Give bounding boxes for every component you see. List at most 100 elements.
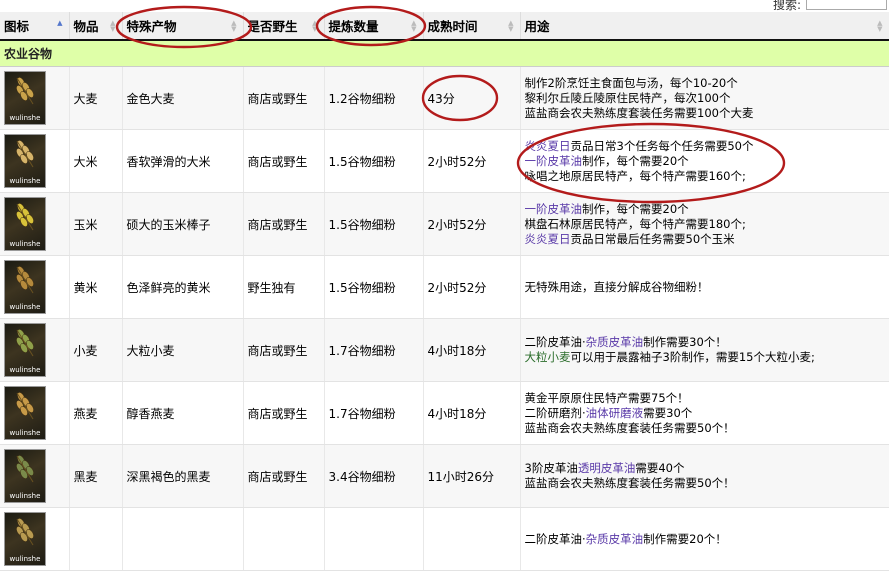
cell-usage: 炎炎夏日贡品日常3个任务每个任务需要50个 一阶皮革油制作，每个需要20个 咏唱之地… [520,129,889,193]
cell-wild: 商店或野生 [243,381,325,445]
usage-text: 无特殊用途，直接分解成谷物细粉！ [524,279,709,294]
usage-text: 3阶皮革油 [524,461,578,475]
col-header-item[interactable]: 物品 ▲ ▼ [69,12,123,41]
cell-item: 玉米 [69,192,123,256]
col-header-wild[interactable]: 是否野生 ▲ ▼ [243,12,325,41]
col-header-label: 提炼数量 [328,19,379,34]
cell-item: 燕麦 [69,381,123,445]
usage-line: 一阶皮革油制作，每个需要20个 [525,154,889,169]
usage-text: 制作需要30个！ [643,335,727,349]
sort-arrows-icon[interactable]: ▲▼ [508,20,513,33]
col-header-label: 特殊产物 [126,19,177,34]
usage-link[interactable]: 炎炎夏日 [525,139,571,153]
col-header-refine[interactable]: 提炼数量 ▲ ▼ [324,12,424,41]
cell-special: 色泽鲜亮的黄米 [122,255,244,319]
millet-icon: wulinshe [4,260,46,314]
usage-link[interactable]: 一阶皮革油 [525,154,583,168]
cell-usage: 二阶皮革油·杂质皮革油制作需要30个！ 大粒小麦可以用于晨露袖子3阶制作，需要15… [520,318,889,382]
usage-link[interactable]: 一阶皮革油 [525,202,583,216]
cell-time: 43分 [423,66,521,130]
usage-text: 制作，每个需要20个 [582,153,689,168]
cell-wild [243,507,325,571]
col-header-label: 用途 [524,19,550,34]
table-row: wulinshe 黑麦 深黑褐色的黑麦 商店或野生 3.4谷物细粉 11小时26分 3阶皮革… [0,444,889,508]
usage-text: 制作，每个需要20个 [582,201,689,216]
usage-line: 3阶皮革油透明皮革油需要40个 [525,461,889,476]
search-input[interactable] [806,0,887,10]
sort-arrows-icon[interactable]: ▲▼ [57,20,62,32]
usage-link[interactable]: 杂质皮革油 [586,335,644,349]
cell-usage: 二阶皮革油·杂质皮革油制作需要20个！ [520,507,889,571]
usage-line: 无特殊用途，直接分解成谷物细粉！ [525,280,889,295]
usage-line: 二阶皮革油·杂质皮革油制作需要30个！ [525,335,889,350]
usage-line: 蓝盐商会农夫熟练度套装任务需要50个！ [525,476,889,491]
crops-table: 图标 ▲▼ 物品 ▲▼ 特殊产物 ▲▼ 是否野生 ▲▼ 提炼数量 ▲▼ 成熟时间 ▲▼ 用途 ▲▼ 农业谷… [0,12,889,571]
usage-link[interactable]: 炎炎夏日 [525,232,571,246]
sort-arrows-icon[interactable]: ▲▼ [231,20,236,33]
section-row: 农业谷物 [0,40,889,67]
cell-time: 2小时52分 [423,129,521,193]
cell-usage: 一阶皮革油制作，每个需要20个 棋盘石林原居民特产，每个特产需要180个; 炎炎夏日… [520,192,889,256]
cell-special: 深黑褐色的黑麦 [122,444,244,508]
cell-special: 硕大的玉米棒子 [122,192,244,256]
col-header-label: 图标 [4,19,30,34]
usage-line: 蓝盐商会农夫熟练度套装任务需要100个大麦 [525,106,889,121]
sort-arrows-icon[interactable]: ▲▼ [877,20,882,33]
cell-wild: 商店或野生 [243,66,325,130]
watermark-text: wulinshe [9,492,41,500]
table-row: wulinshe 玉米 硕大的玉米棒子 商店或野生 1.5谷物细粉 2小时52分 一阶皮革油… [0,192,889,256]
usage-text: 可以用于晨露袖子3阶制作，需要15个大粒小麦; [570,350,815,364]
cell-icon: wulinshe [0,381,70,445]
watermark-text: wulinshe [9,303,41,311]
cell-icon: wulinshe [0,318,70,382]
col-header-icon[interactable]: 图标 ▲▼ [0,12,70,41]
col-header-label: 是否野生 [247,19,298,34]
table-row: wulinshe 大米 香软弹滑的大米 商店或野生 1.5谷物细粉 2小时52分 炎炎夏日贡… [0,129,889,193]
cell-refine: 1.5谷物细粉 [324,192,424,256]
cell-refine: 1.7谷物细粉 [324,381,424,445]
cell-refine [324,507,424,571]
usage-text: 棋盘石林原居民特产，每个特产需要180个; [524,216,746,231]
cell-special: 大粒小麦 [122,318,244,382]
usage-text: 黄金平原原住民特产需要75个！ [524,390,689,405]
cell-icon: wulinshe [0,192,70,256]
usage-link[interactable]: 大粒小麦 [525,350,571,364]
usage-line: 黄金平原原住民特产需要75个！ [525,391,889,406]
cell-time: 4小时18分 [423,381,521,445]
col-header-time[interactable]: 成熟时间 ▲ ▼ [423,12,521,41]
cell-wild: 商店或野生 [243,444,325,508]
usage-text: 二阶皮革油· [524,335,586,349]
cell-usage: 3阶皮革油透明皮革油需要40个 蓝盐商会农夫熟练度套装任务需要50个！ [520,444,889,508]
col-header-special[interactable]: 特殊产物 ▲ ▼ [122,12,244,41]
watermark-text: wulinshe [9,555,41,563]
sort-arrows-icon[interactable]: ▲▼ [110,20,115,33]
usage-line: 咏唱之地原居民特产，每个特产需要160个; [525,169,889,184]
cell-refine: 1.5谷物细粉 [324,129,424,193]
usage-link[interactable]: 杂质皮革油 [586,532,644,546]
usage-line: 大粒小麦可以用于晨露袖子3阶制作，需要15个大粒小麦; [525,350,889,365]
cell-icon: wulinshe [0,66,70,130]
cell-icon: wulinshe [0,507,70,571]
barley-icon: wulinshe [4,71,46,125]
usage-link[interactable]: 透明皮革油 [578,461,636,475]
sort-arrows-icon[interactable]: ▲▼ [411,20,416,33]
usage-line: 棋盘石林原居民特产，每个特产需要180个; [525,217,889,232]
oat-icon: wulinshe [4,386,46,440]
usage-line: 二阶皮革油·杂质皮革油制作需要20个！ [525,532,889,547]
usage-text: 蓝盐商会农夫熟练度套装任务需要50个！ [524,476,735,490]
sort-arrows-icon[interactable]: ▲▼ [312,20,317,33]
cell-wild: 商店或野生 [243,192,325,256]
usage-text: 需要40个 [635,461,685,475]
cell-icon: wulinshe [0,444,70,508]
cell-wild: 商店或野生 [243,318,325,382]
watermark-text: wulinshe [9,177,41,185]
col-header-label: 成熟时间 [427,19,478,34]
cell-item [69,507,123,571]
cell-special [122,507,244,571]
cell-refine: 1.2谷物细粉 [324,66,424,130]
cell-item: 大麦 [69,66,123,130]
col-header-usage[interactable]: 用途 ▲ ▼ [520,12,889,41]
usage-text: 咏唱之地原居民特产，每个特产需要160个; [524,168,746,183]
usage-text: 蓝盐商会农夫熟练度套装任务需要100个大麦 [524,105,754,120]
usage-link[interactable]: 油体研磨液 [586,406,644,420]
